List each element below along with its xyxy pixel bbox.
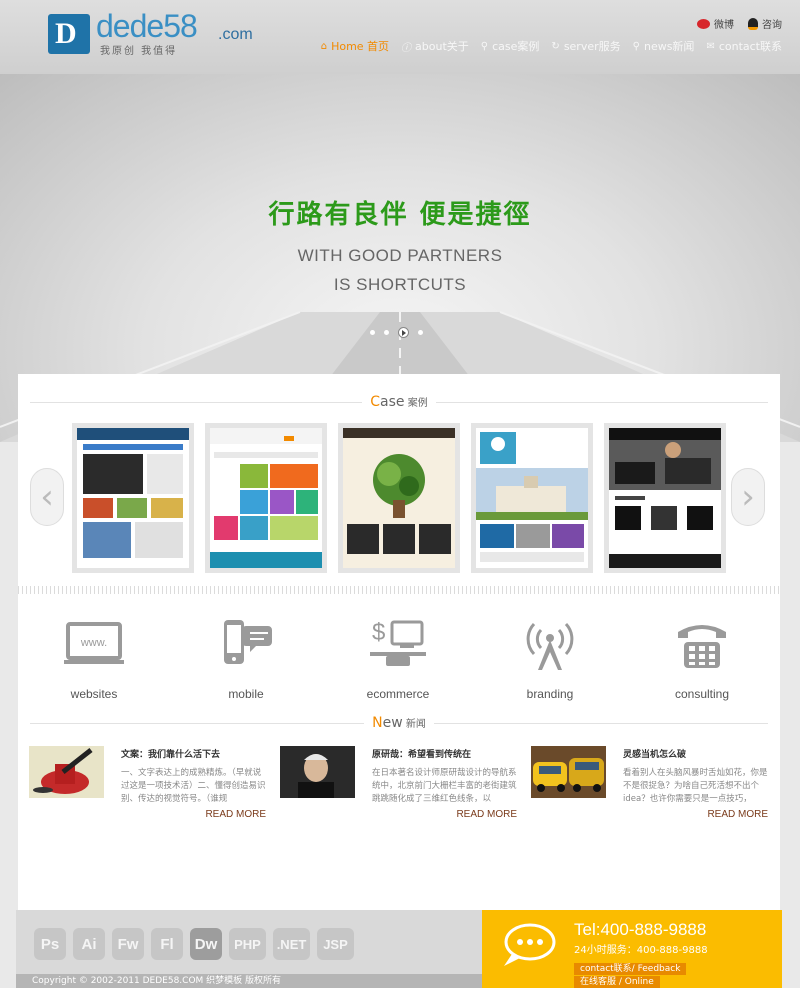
service-mobile[interactable]: mobile <box>190 614 302 701</box>
site-footer: Ps Ai Fw Fl Dw PHP .NET JSP Copyright © … <box>16 910 782 988</box>
case-thumbnail[interactable] <box>205 423 327 573</box>
weibo-icon <box>697 18 710 29</box>
svg-text:$: $ <box>372 619 385 646</box>
service-ecommerce[interactable]: $ ecommerce <box>342 614 454 701</box>
nav-item-news[interactable]: ⚲ news新闻 <box>633 38 695 54</box>
site-logo[interactable]: D dede58 .com 我原创 我值得 <box>48 8 258 57</box>
site-header: D dede58 .com 我原创 我值得 微博 咨询 ⌂ Home 首页 ⓘ … <box>0 0 800 74</box>
service-consulting[interactable]: consulting <box>646 614 758 701</box>
fireworks-icon: Fw <box>112 928 144 960</box>
news-item: 文案：我们靠什么活下去 一、文字表达上的成熟精炼。（早就说过这是一项技术活）二、… <box>29 746 266 826</box>
jsp-icon: JSP <box>317 928 354 960</box>
qq-consult-link[interactable]: 咨询 <box>748 16 782 31</box>
banner-headline-en-2: IS SHORTCUTS <box>333 275 467 294</box>
svg-text:www.: www. <box>80 637 107 649</box>
mail-icon: ✉ <box>706 40 715 52</box>
qq-icon <box>748 17 758 30</box>
case-thumbnail[interactable] <box>72 423 194 573</box>
content-panel: Case 案例 ‹ › www. websites mobile $ ecomm… <box>18 374 780 910</box>
section-divider-ruler <box>18 586 780 594</box>
home-icon: ⌂ <box>320 40 328 52</box>
case-thumbnail[interactable] <box>471 423 593 573</box>
service-hours: 24小时服务：400-888-9888 <box>574 945 708 956</box>
dreamweaver-icon: Dw <box>190 928 222 960</box>
case-thumbnail[interactable] <box>338 423 460 573</box>
news-title[interactable]: 文案：我们靠什么活下去 <box>121 747 220 760</box>
nav-item-case[interactable]: ⚲ case案例 <box>481 38 540 54</box>
case-thumbnail[interactable] <box>604 423 726 573</box>
slider-dots <box>370 327 423 338</box>
service-label: ecommerce <box>366 687 430 701</box>
feedback-button[interactable]: contact联系/ Feedback <box>574 963 687 975</box>
news-thumbnail[interactable] <box>29 746 104 798</box>
slider-dot[interactable] <box>384 330 389 335</box>
chat-bubble-icon <box>504 923 556 966</box>
slider-dot[interactable] <box>370 330 375 335</box>
nav-item-server[interactable]: ↻ server服务 <box>551 38 620 54</box>
contact-phone: Tel:400-888-9888 <box>574 920 707 939</box>
top-links: 微博 咨询 <box>697 16 782 31</box>
news-section-title: New 新闻 <box>30 715 768 731</box>
php-icon: PHP <box>229 928 266 960</box>
phone-icon <box>678 625 726 668</box>
dotnet-icon: .NET <box>273 928 310 960</box>
info-icon: ⓘ <box>401 42 412 54</box>
case-section-title: Case 案例 <box>30 394 768 410</box>
copyright-text: Copyright © 2002-2011 DEDE58.COM 织梦模板 版权… <box>16 974 482 988</box>
news-list: 文案：我们靠什么活下去 一、文字表达上的成熟精炼。（早就说过这是一项技术活）二、… <box>29 746 768 826</box>
contact-box: Tel:400-888-9888 24小时服务：400-888-9888 con… <box>482 910 782 988</box>
main-nav: ⌂ Home 首页 ⓘ about关于 ⚲ case案例 ↻ server服务 … <box>321 38 782 54</box>
antenna-icon <box>526 622 574 670</box>
ecommerce-icon: $ <box>370 619 426 666</box>
logo-slogan: 我原创 我值得 <box>100 46 178 57</box>
case-carousel <box>72 423 726 573</box>
read-more-link[interactable]: READ MORE <box>456 809 517 820</box>
logo-domain: .com <box>218 26 253 43</box>
service-label: websites <box>70 687 118 701</box>
slider-dot-active[interactable] <box>398 327 409 338</box>
news-item: 灵感当机怎么破 看着别人在头脑风暴时舌灿如花，你是不是很捉急？为啥自己死活想不出… <box>531 746 768 826</box>
search-icon: ⚲ <box>632 40 640 52</box>
news-title[interactable]: 灵感当机怎么破 <box>623 747 686 760</box>
service-websites[interactable]: www. websites <box>38 614 150 701</box>
online-service-button[interactable]: 在线客服 / Online <box>574 976 660 988</box>
read-more-link[interactable]: READ MORE <box>707 809 768 820</box>
news-excerpt: 一、文字表达上的成熟精炼。（早就说过这是一项技术活）二、懂得创造易识别、传达的视… <box>121 768 266 804</box>
news-thumbnail[interactable] <box>531 746 606 798</box>
service-label: branding <box>526 687 574 701</box>
weibo-link[interactable]: 微博 <box>697 16 734 31</box>
case-prev-arrow-icon[interactable]: ‹ <box>30 468 64 526</box>
mobile-icon <box>224 620 272 664</box>
news-excerpt: 在日本著名设计师原研哉设计的导航系统中，北京前门大栅栏丰富的老街建筑跳跳随化成了… <box>372 768 517 804</box>
slider-dot[interactable] <box>418 330 423 335</box>
link-icon: ⚲ <box>480 40 489 52</box>
illustrator-icon: Ai <box>73 928 105 960</box>
news-title[interactable]: 原研哉：希望看到传统在 <box>372 747 471 760</box>
tool-badges: Ps Ai Fw Fl Dw PHP .NET JSP <box>34 928 354 960</box>
monitor-icon: www. <box>64 622 124 664</box>
service-label: mobile <box>228 687 264 701</box>
logo-name: dede58 <box>96 8 198 44</box>
case-next-arrow-icon[interactable]: › <box>731 468 765 526</box>
news-excerpt: 看着别人在头脑风暴时舌灿如花，你是不是很捉急？为啥自己死活想不出个idea？也许… <box>623 768 768 804</box>
photoshop-icon: Ps <box>34 928 66 960</box>
flash-icon: Fl <box>151 928 183 960</box>
nav-item-contact[interactable]: ✉ contact联系 <box>706 38 782 54</box>
nav-item-home[interactable]: ⌂ Home 首页 <box>321 38 389 54</box>
refresh-icon: ↻ <box>551 40 560 52</box>
services-row: www. websites mobile $ ecommerce brandin… <box>38 614 758 701</box>
logo-mark-icon: D <box>48 14 90 54</box>
banner-headline-en-1: WITH GOOD PARTNERS <box>297 246 503 265</box>
news-thumbnail[interactable] <box>280 746 355 798</box>
nav-item-about[interactable]: ⓘ about关于 <box>401 38 469 54</box>
service-branding[interactable]: branding <box>494 614 606 701</box>
news-item: 原研哉：希望看到传统在 在日本著名设计师原研哉设计的导航系统中，北京前门大栅栏丰… <box>280 746 517 826</box>
service-label: consulting <box>674 687 730 701</box>
banner-headline-cn: 行路有良伴 便是捷徑 <box>268 200 532 230</box>
read-more-link[interactable]: READ MORE <box>205 809 266 820</box>
